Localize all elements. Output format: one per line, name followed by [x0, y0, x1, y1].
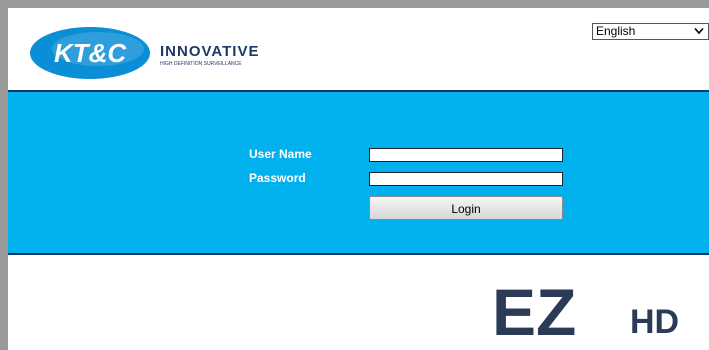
logo-text: KT&C — [54, 38, 127, 68]
window-frame-top — [0, 0, 709, 8]
password-label: Password — [249, 171, 306, 185]
ktc-logo: KT&C INNOVATIVE HIGH DEFINITION SURVEILL… — [30, 27, 259, 79]
username-label: User Name — [249, 147, 312, 161]
username-input[interactable] — [369, 148, 563, 162]
login-button[interactable]: Login — [369, 196, 563, 220]
ezhd-logo: EZ HD — [492, 283, 679, 339]
logo-subtagline: HIGH DEFINITION SURVEILLANCE — [160, 61, 242, 67]
chevron-down-icon — [694, 27, 704, 35]
language-select-value: English — [596, 24, 636, 38]
ezhd-main-text: EZ — [492, 283, 576, 339]
header: KT&C INNOVATIVE HIGH DEFINITION SURVEILL… — [8, 8, 709, 90]
login-panel: User Name Password Login — [8, 90, 709, 255]
password-input[interactable] — [369, 172, 563, 186]
ezhd-sub-text: HD — [630, 303, 679, 339]
logo-tagline: INNOVATIVE — [160, 43, 259, 60]
language-select[interactable]: English — [592, 23, 709, 40]
window-frame-left — [0, 0, 8, 350]
